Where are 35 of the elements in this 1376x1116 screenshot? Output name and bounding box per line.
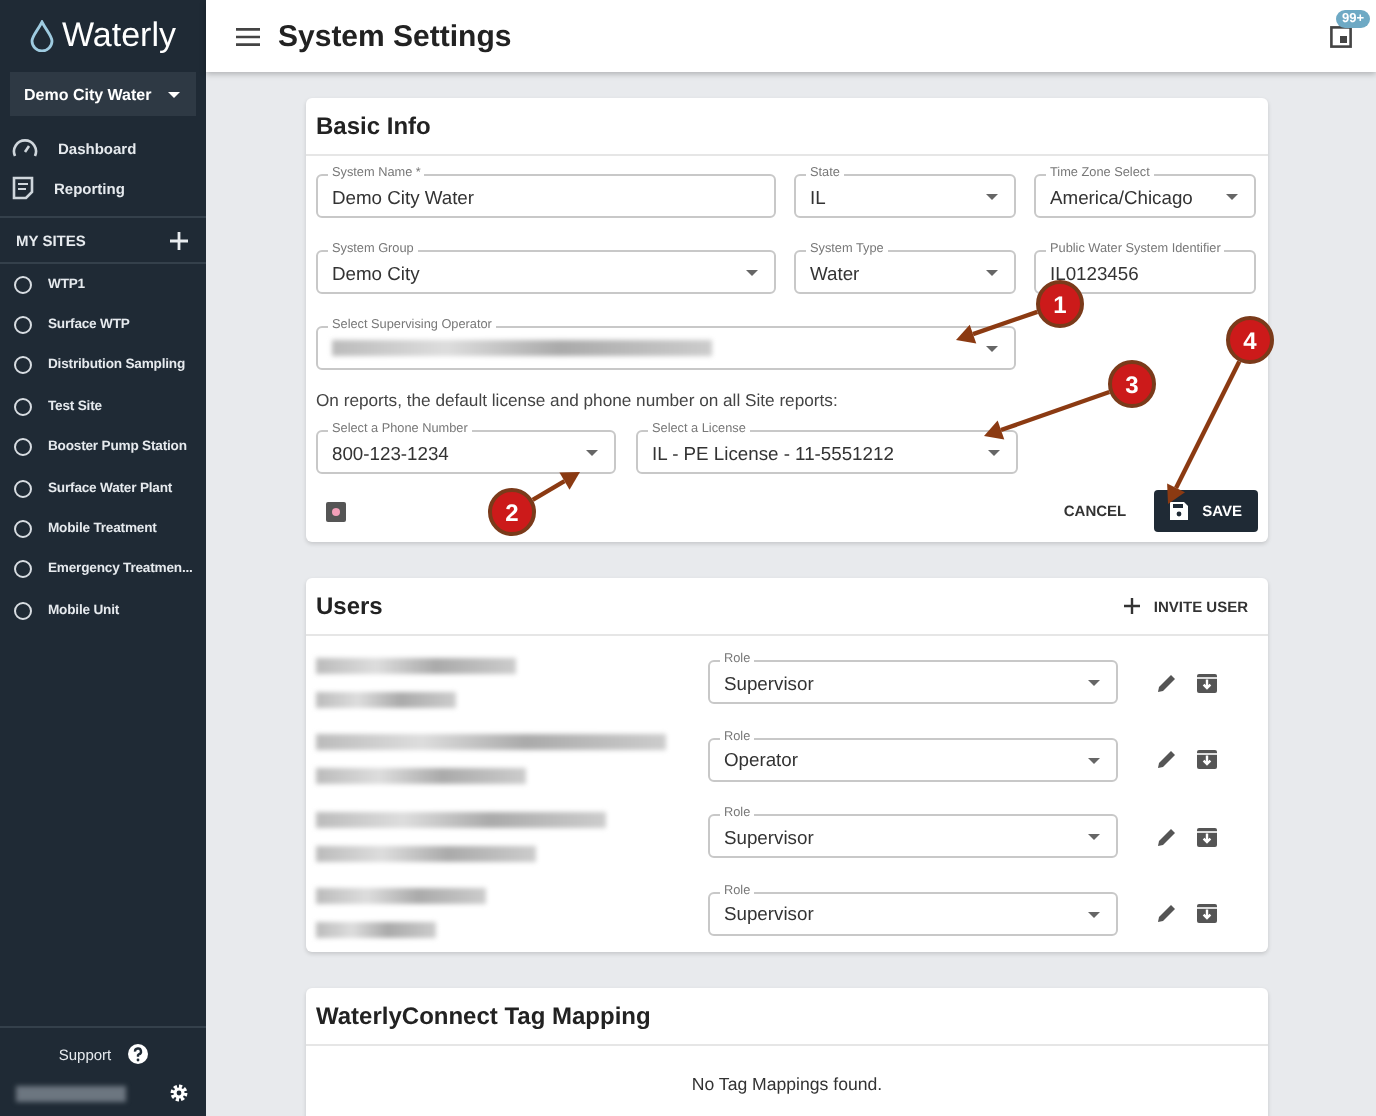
system-select[interactable]: Demo City Water — [10, 72, 196, 116]
annotation-arrow — [956, 309, 1039, 344]
card-title: Basic Info — [306, 98, 1268, 156]
note-text: On reports, the default license and phone number on all Site reports: — [316, 390, 840, 410]
report-icon — [12, 176, 34, 200]
edit-icon[interactable] — [1156, 825, 1178, 848]
help-icon[interactable] — [127, 1044, 148, 1064]
edit-icon[interactable] — [1156, 902, 1178, 925]
annotation-arrow — [1167, 360, 1242, 504]
card-title: Users — [314, 590, 385, 624]
add-icon[interactable] — [170, 231, 188, 249]
settings-icon[interactable] — [168, 1082, 190, 1104]
redacted-username — [16, 1085, 126, 1101]
inbox-icon[interactable] — [1330, 25, 1352, 47]
archive-icon[interactable] — [1196, 825, 1218, 848]
gauge-icon — [12, 137, 38, 159]
water-drop-icon — [30, 20, 54, 52]
empty-message: No Tag Mappings found. — [689, 1074, 885, 1094]
caret-icon — [168, 91, 180, 97]
archive-icon[interactable] — [1196, 748, 1218, 771]
redacted-user-email — [316, 691, 456, 708]
card-title: WaterlyConnect Tag Mapping — [306, 988, 1268, 1046]
menu-icon[interactable] — [236, 27, 260, 45]
archive-icon[interactable] — [1196, 902, 1218, 925]
annotation-arrow — [984, 389, 1111, 440]
archive-icon[interactable] — [1196, 671, 1218, 694]
add-icon — [1123, 598, 1140, 614]
redacted-user-email — [316, 922, 436, 939]
annotation-arrow — [531, 472, 580, 502]
edit-icon[interactable] — [1156, 671, 1178, 694]
page-title: System Settings — [278, 19, 514, 53]
save-icon — [1170, 502, 1189, 520]
logo-text: Waterly — [62, 16, 176, 56]
callout-number: 4 — [1226, 316, 1274, 364]
edit-icon[interactable] — [1156, 748, 1178, 771]
